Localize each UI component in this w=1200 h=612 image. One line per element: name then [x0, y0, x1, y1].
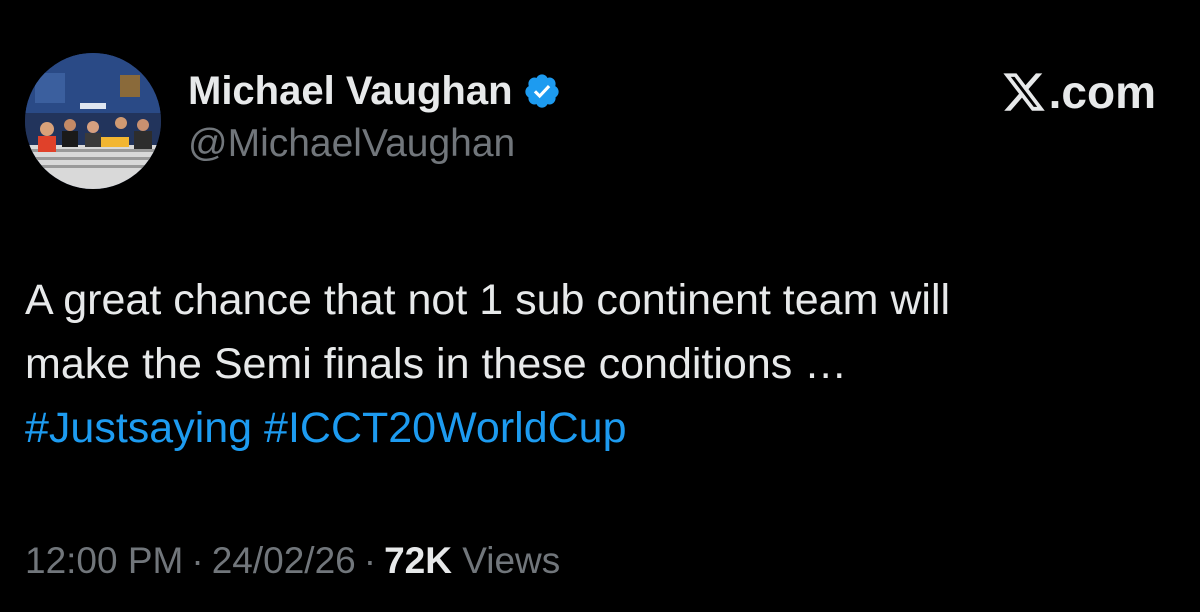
meta-separator: ·: [363, 540, 377, 581]
avatar-photo-icon: [25, 53, 161, 189]
hashtag-link[interactable]: #Justsaying: [25, 404, 252, 452]
brand-logo: .com: [1001, 64, 1156, 120]
tweet-meta: 12:00 PM · 24/02/26 · 72K Views: [25, 540, 560, 582]
tweet-text-line-1: A great chance that not 1 sub continent …: [25, 276, 951, 324]
avatar[interactable]: [25, 53, 161, 189]
tweet-card: Michael Vaughan @MichaelVaughan .com A g…: [0, 0, 1200, 612]
author-name[interactable]: Michael Vaughan: [188, 69, 513, 114]
hashtag-link[interactable]: #ICCT20WorldCup: [264, 404, 626, 452]
views-label: Views: [462, 540, 561, 581]
x-logo-icon: [1003, 73, 1045, 111]
tweet-date[interactable]: 24/02/26: [212, 540, 356, 581]
hashtags-line: #Justsaying #ICCT20WorldCup: [25, 396, 1175, 460]
author-name-row[interactable]: Michael Vaughan: [188, 63, 561, 119]
tweet-text-line-2: make the Semi finals in these conditions…: [25, 340, 848, 388]
verified-badge-icon: [524, 74, 559, 108]
author-handle[interactable]: @MichaelVaughan: [188, 122, 515, 166]
tweet-time[interactable]: 12:00 PM: [25, 540, 183, 581]
brand-text: .com: [1048, 66, 1156, 118]
meta-separator: ·: [191, 540, 204, 581]
views-count[interactable]: 72K: [384, 540, 452, 581]
tweet-text: A great chance that not 1 sub continent …: [25, 268, 1175, 460]
